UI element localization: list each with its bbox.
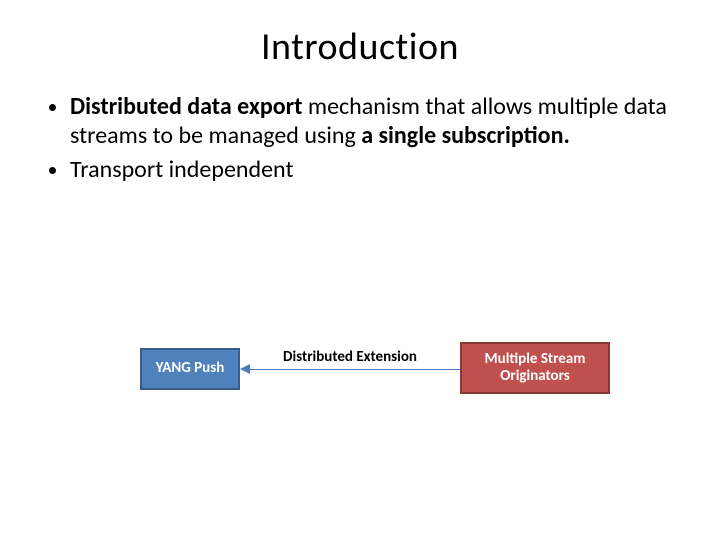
- diagram-box-multiple-stream-originators: Multiple Stream Originators: [460, 342, 610, 394]
- slide-body: Distributed data export mechanism that a…: [0, 78, 720, 184]
- arrow-left-icon: [240, 364, 250, 374]
- bullet-item: Transport independent: [70, 155, 680, 184]
- text-segment: a single subscription.: [361, 121, 570, 150]
- slide: Introduction Distributed data export mec…: [0, 0, 720, 540]
- bullet-item: Distributed data export mechanism that a…: [70, 92, 680, 151]
- text-segment: Transport independent: [70, 155, 293, 184]
- diagram-box-yang-push: YANG Push: [140, 348, 240, 390]
- diagram: YANG Push Distributed Extension Multiple…: [0, 330, 720, 410]
- diagram-arrow: Distributed Extension: [240, 348, 460, 390]
- diagram-arrow-label: Distributed Extension: [240, 348, 460, 366]
- arrow-line-icon: [248, 369, 460, 370]
- bullet-list: Distributed data export mechanism that a…: [40, 92, 680, 184]
- text-segment: Distributed data export: [70, 92, 302, 121]
- slide-title: Introduction: [0, 0, 720, 78]
